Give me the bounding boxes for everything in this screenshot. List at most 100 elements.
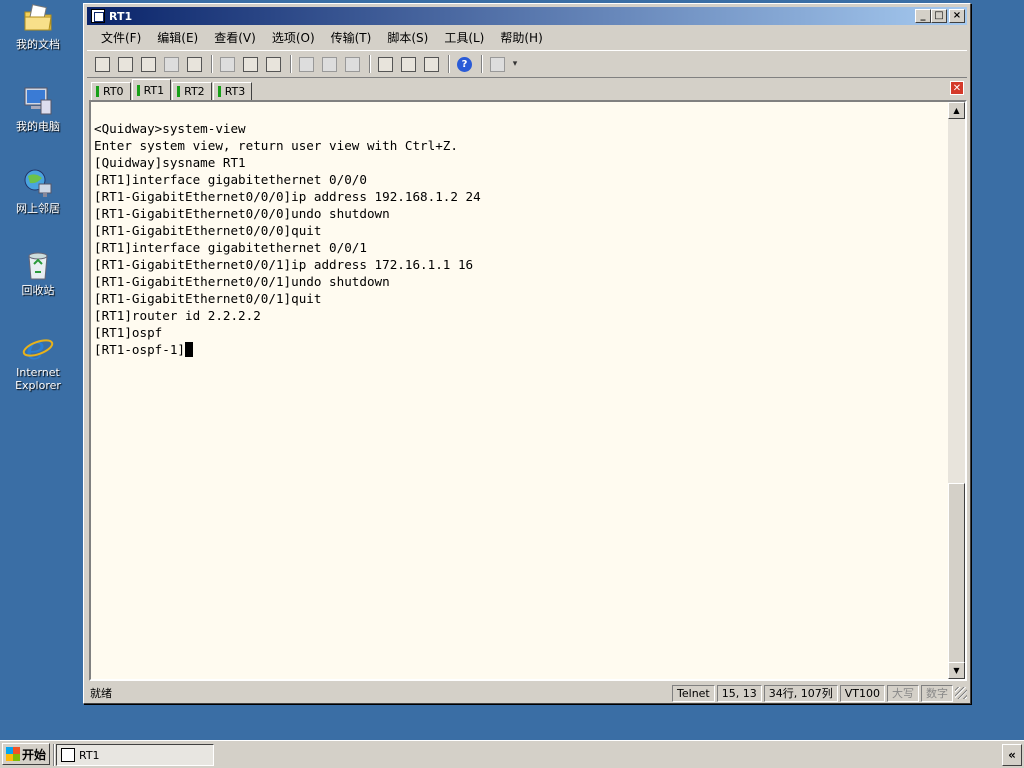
menu-edit[interactable]: 编辑(E) <box>149 29 206 46</box>
desktop-icon-label: 我的文档 <box>16 38 60 51</box>
terminal-app-icon <box>61 748 75 762</box>
securecrt-window: RT1 _ □ × 文件(F) 编辑(E) 查看(V) 选项(O) 传输(T) … <box>83 3 971 704</box>
close-tab-button[interactable]: ✕ <box>950 81 964 95</box>
terminal-line: [RT1-GigabitEthernet0/0/1]undo shutdown <box>94 274 390 289</box>
menu-view[interactable]: 查看(V) <box>206 29 264 46</box>
vertical-scrollbar[interactable]: ▲ ▼ <box>948 102 965 679</box>
minimize-button[interactable]: _ <box>915 9 931 23</box>
toolbar-separator <box>369 55 371 73</box>
terminal-line: [RT1-GigabitEthernet0/0/0]quit <box>94 223 322 238</box>
help-button[interactable]: ? <box>454 54 475 75</box>
chevron-down-icon: ▾ <box>512 59 518 69</box>
tab-label: RT1 <box>143 83 165 97</box>
tab-rt2[interactable]: RT2 <box>172 82 212 100</box>
connected-indicator-icon <box>136 84 140 96</box>
maximize-button[interactable]: □ <box>931 9 947 23</box>
desktop-icon-recycle-bin[interactable]: 回收站 <box>4 248 72 297</box>
menu-tools[interactable]: 工具(L) <box>436 29 492 46</box>
quick-connect-icon <box>118 56 133 72</box>
sftp-button[interactable] <box>487 54 508 75</box>
help-icon: ? <box>457 56 472 72</box>
printer-icon <box>345 56 360 72</box>
title-bar[interactable]: RT1 _ □ × <box>87 7 967 25</box>
status-emulation: VT100 <box>839 684 885 702</box>
terminal-line: <Quidway>system-view <box>94 121 246 136</box>
print-setup-button[interactable] <box>342 54 363 75</box>
terminal-area[interactable]: <Quidway>system-view Enter system view, r… <box>89 100 967 681</box>
reconnect-button[interactable] <box>161 54 182 75</box>
start-label: 开始 <box>22 747 47 762</box>
close-button[interactable]: × <box>949 9 965 23</box>
tab-rt0[interactable]: RT0 <box>91 82 131 100</box>
terminal-line: [RT1]interface gigabitethernet 0/0/0 <box>94 172 367 187</box>
desktop-icon-my-computer[interactable]: 我的电脑 <box>4 84 72 133</box>
status-num-lock: 数字 <box>921 684 953 702</box>
terminal-line: [RT1-GigabitEthernet0/0/1]ip address 172… <box>94 257 474 272</box>
tab-rt1[interactable]: RT1 <box>131 79 172 100</box>
status-protocol: Telnet <box>672 684 715 702</box>
print-button[interactable] <box>296 54 317 75</box>
global-options-button[interactable] <box>398 54 419 75</box>
connected-indicator-icon <box>177 86 181 97</box>
find-button[interactable] <box>263 54 284 75</box>
menu-options[interactable]: 选项(O) <box>264 29 323 46</box>
toolbar-separator <box>448 55 450 73</box>
terminal-line: [RT1]interface gigabitethernet 0/0/1 <box>94 240 367 255</box>
start-button[interactable]: 开始 <box>2 743 50 765</box>
print-selection-button[interactable] <box>319 54 340 75</box>
scroll-down-button[interactable]: ▼ <box>948 662 965 679</box>
desktop-icon-my-documents[interactable]: 我的文档 <box>4 2 72 51</box>
paste-button[interactable] <box>240 54 261 75</box>
status-terminal-size: 34行, 107列 <box>763 684 838 702</box>
scrollbar-thumb[interactable] <box>948 483 965 667</box>
desktop-icon-label: 网上邻居 <box>16 202 60 215</box>
print-icon <box>299 56 314 72</box>
desktop-icon-label: 我的电脑 <box>16 120 60 133</box>
terminal-line: [Quidway]sysname RT1 <box>94 155 246 170</box>
status-caps-lock: 大写 <box>887 684 919 702</box>
terminal-line: [RT1-GigabitEthernet0/0/0]undo shutdown <box>94 206 390 221</box>
disconnect-button[interactable] <box>184 54 205 75</box>
paste-icon <box>243 56 258 72</box>
quick-connect-button[interactable] <box>115 54 136 75</box>
desktop-icon-label: 回收站 <box>21 284 55 297</box>
connect-tab-icon <box>141 56 156 72</box>
toolbar-overflow-button[interactable]: ▾ <box>510 54 520 75</box>
session-options-button[interactable] <box>375 54 396 75</box>
menu-file[interactable]: 文件(F) <box>93 29 149 46</box>
resize-grip-icon[interactable] <box>955 687 967 699</box>
desktop-icon-internet-explorer[interactable]: e Internet Explorer <box>4 330 72 392</box>
window-title: RT1 <box>109 9 133 23</box>
taskbar-item-label: RT1 <box>79 748 100 762</box>
taskbar: 开始 RT1 « <box>0 740 1024 768</box>
copy-icon <box>220 56 235 72</box>
menu-transfer[interactable]: 传输(T) <box>323 29 380 46</box>
toolbar-separator <box>290 55 292 73</box>
copy-button[interactable] <box>217 54 238 75</box>
tab-label: RT3 <box>224 85 246 98</box>
taskbar-item-rt1[interactable]: RT1 <box>56 744 214 766</box>
chevron-left-icon: « <box>1008 748 1016 762</box>
print-selection-icon <box>322 56 337 72</box>
terminal-line: [RT1]ospf <box>94 325 163 340</box>
tab-rt3[interactable]: RT3 <box>212 82 253 100</box>
status-bar: 就绪 Telnet 15, 13 34行, 107列 VT100 大写 数字 <box>87 684 967 702</box>
menu-help[interactable]: 帮助(H) <box>492 29 550 46</box>
scroll-up-button[interactable]: ▲ <box>948 102 965 119</box>
keymap-button[interactable] <box>421 54 442 75</box>
toolbar: ? ▾ <box>87 50 967 78</box>
connected-indicator-icon <box>217 86 221 97</box>
session-tabs: RT0 RT1 RT2 RT3 ✕ <box>87 78 967 100</box>
arrow-up-icon: ▲ <box>953 106 960 115</box>
connect-icon <box>95 56 110 72</box>
terminal-app-icon <box>91 9 105 23</box>
recycle-bin-icon <box>28 252 48 280</box>
connect-tab-button[interactable] <box>138 54 159 75</box>
connect-button[interactable] <box>92 54 113 75</box>
menu-script[interactable]: 脚本(S) <box>379 29 436 46</box>
connected-indicator-icon <box>96 86 99 97</box>
terminal-line: [RT1-ospf-1] <box>94 341 945 358</box>
desktop-icon-network[interactable]: 网上邻居 <box>4 166 72 215</box>
tray-expand-button[interactable]: « <box>1002 744 1022 766</box>
status-cursor-position: 15, 13 <box>716 684 762 702</box>
